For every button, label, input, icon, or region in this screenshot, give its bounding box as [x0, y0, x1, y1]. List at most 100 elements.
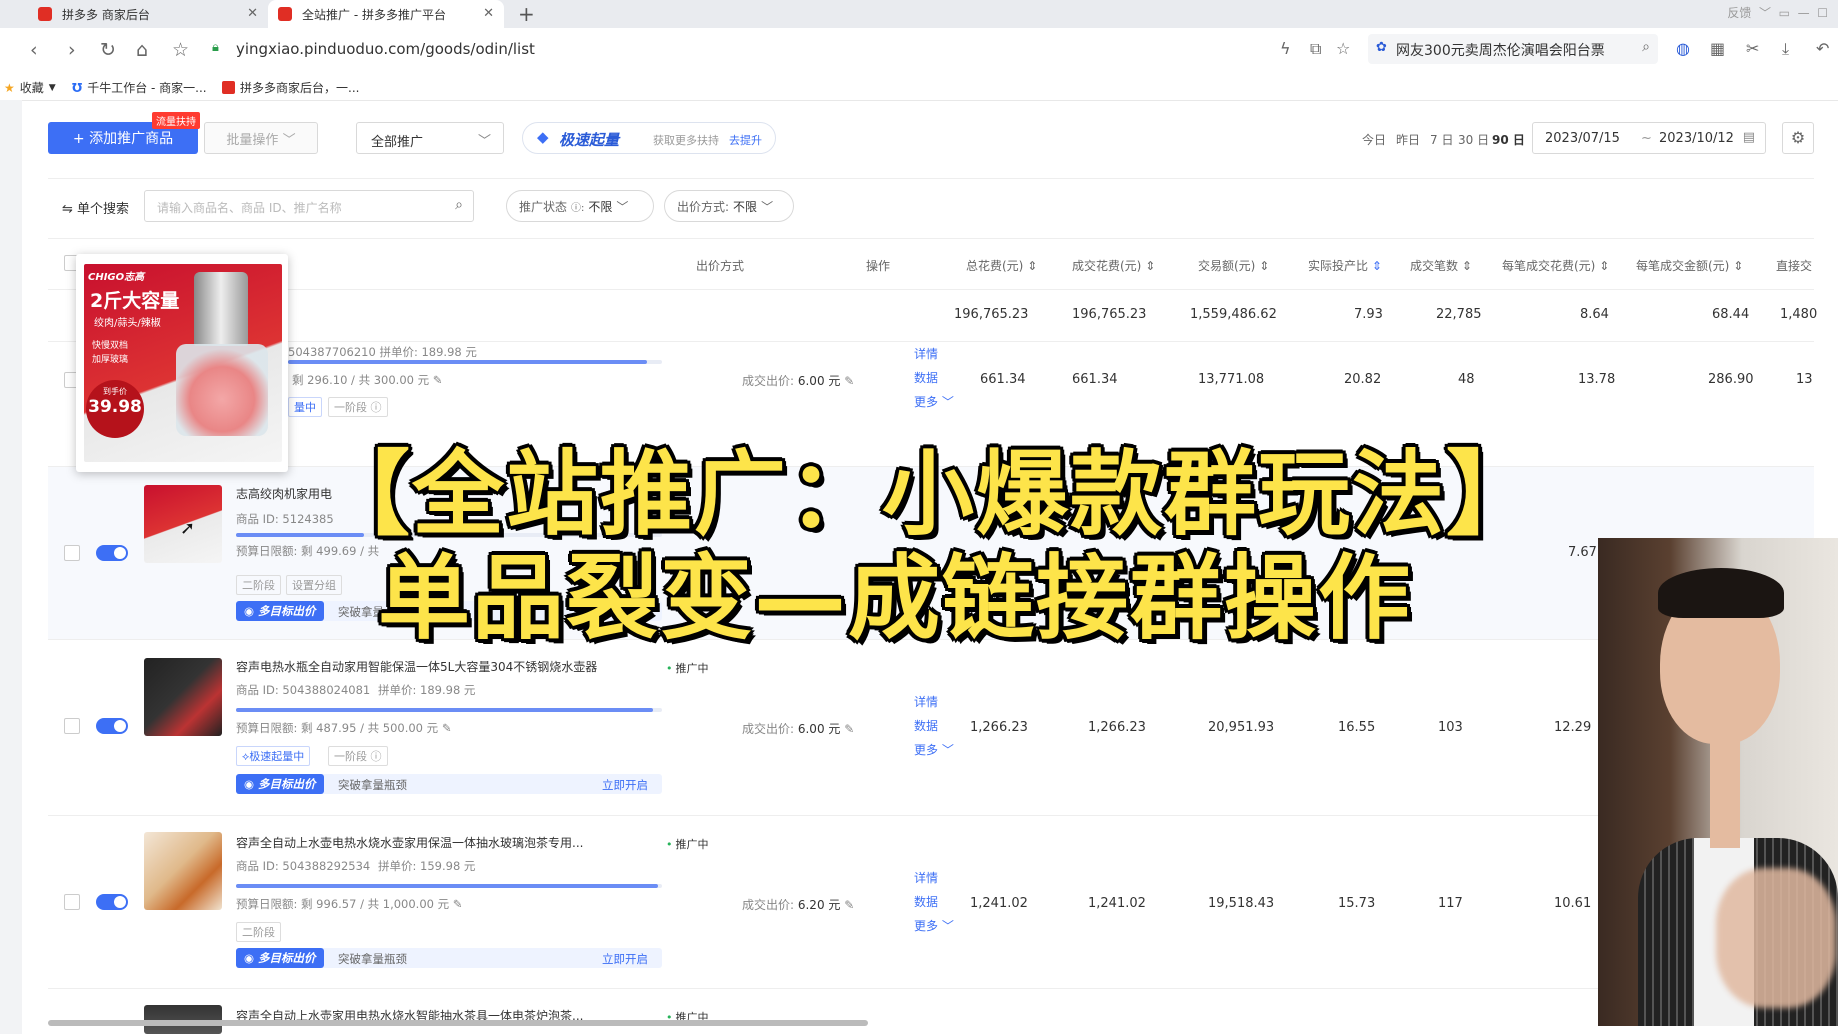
row-cost-per-order: 12.29 [1554, 720, 1592, 735]
search-icon[interactable]: ⌕ [1642, 39, 1650, 55]
new-tab-icon[interactable]: + [518, 2, 535, 26]
bookmark-label: 收藏 [19, 81, 44, 95]
bookmark-qianniu[interactable]: Ʊ 千牛工作台 - 商家一... [72, 79, 207, 96]
row-total-spend: 1,241.02 [970, 896, 1028, 911]
hot-search-text: 网友300元卖周杰伦演唱会阳台票 [1396, 43, 1605, 59]
promo-toggle[interactable] [96, 718, 128, 734]
screenshot-icon[interactable]: ⧉ [1310, 39, 1321, 59]
preview-feature: 加厚玻璃 [92, 355, 129, 365]
column-header-gmv[interactable]: 交易额(元) ⇕ [1198, 257, 1269, 274]
date-preset-today[interactable]: 今日 [1362, 131, 1386, 148]
data-link[interactable]: 数据 [914, 890, 954, 914]
totals-row: 196,765.23 196,765.23 1,559,486.62 7.93 … [48, 289, 1817, 342]
table-row: 容声电热水瓶全自动家用智能保温一体5L大容量304不锈钢烧水壶器 推广中 商品 … [48, 640, 1814, 816]
window-controls[interactable]: 反馈 ﹀ ▭ — ☐ [1727, 4, 1828, 21]
filter-value: 不限 [588, 199, 613, 214]
apps-grid-icon[interactable]: ▦ [1710, 39, 1725, 58]
fast-boost-link[interactable]: 去提升 [729, 132, 762, 148]
search-icon[interactable]: ⌕ [455, 197, 463, 213]
hot-search-box[interactable]: ✿ 网友300元卖周杰伦演唱会阳台票 ⌕ [1368, 34, 1658, 64]
column-header-orders[interactable]: 成交笔数 ⇕ [1410, 257, 1472, 274]
date-start: 2023/07/15 [1545, 131, 1620, 146]
column-header-amount-per-order[interactable]: 每笔成交金额(元) ⇕ [1636, 257, 1743, 274]
enable-now-link[interactable]: 立即开启 [602, 951, 648, 967]
chevron-down-icon: ﹀ [477, 134, 491, 149]
diamond-icon: ◆ [537, 128, 549, 146]
product-name[interactable]: 容声全自动上水壶电热水烧水壶家用保温一体抽水玻璃泡茶专用... [236, 834, 583, 851]
date-range-picker[interactable]: 2023/07/15 ~ 2023/10/12 ▤ [1532, 122, 1766, 154]
column-header-deal-spend[interactable]: 成交花费(元) ⇕ [1072, 257, 1155, 274]
bookmark-star-icon[interactable]: ☆ [1336, 39, 1350, 58]
chevron-down-icon: ﹀ [616, 199, 629, 214]
bookmark-favorites[interactable]: ★ 收藏 ▼ [4, 79, 56, 96]
promo-toggle[interactable] [96, 894, 128, 910]
paw-icon: ✿ [1376, 40, 1387, 55]
detail-link[interactable]: 详情 [914, 866, 954, 890]
product-thumbnail[interactable] [144, 832, 222, 910]
home-icon[interactable]: ⌂ [136, 39, 148, 61]
person-neck-icon [1710, 738, 1740, 848]
date-preset-7d[interactable]: 7 日 [1430, 131, 1453, 148]
url-field[interactable]: yingxiao.pinduoduo.com/goods/odin/list [236, 40, 535, 58]
column-header-cost-per-order[interactable]: 每笔成交花费(元) ⇕ [1502, 257, 1609, 274]
close-tab-icon[interactable]: ✕ [247, 6, 258, 21]
close-tab-icon[interactable]: ✕ [483, 6, 494, 21]
lightning-icon[interactable]: ϟ [1280, 39, 1291, 58]
undo-icon[interactable]: ↶ [1816, 39, 1829, 58]
row-gmv: 13,771.08 [1198, 372, 1265, 387]
feedback-link[interactable]: 反馈 [1727, 6, 1751, 20]
settings-gear-icon[interactable]: ⚙ [1782, 122, 1814, 154]
bookmarks-bar: ★ 收藏 ▼ Ʊ 千牛工作台 - 商家一... 拼多多商家后台，一... [0, 72, 1838, 101]
detail-link[interactable]: 详情 [914, 342, 954, 366]
row-checkbox[interactable] [64, 894, 80, 910]
back-icon[interactable]: ‹ [30, 39, 38, 61]
product-price: 拼单价: 189.98 元 [378, 683, 476, 697]
more-link[interactable]: 更多 ﹀ [914, 914, 954, 938]
budget-progress-bar [236, 708, 662, 712]
table-header: 出价方式 操作 总花费(元) ⇕ 成交花费(元) ⇕ 交易额(元) ⇕ 实际投产… [48, 238, 1814, 290]
row-orders: 103 [1438, 720, 1463, 735]
bookmark-pdd[interactable]: 拼多多商家后台，一... [222, 79, 359, 96]
scissors-icon[interactable]: ✂ [1746, 39, 1759, 58]
data-link[interactable]: 数据 [914, 366, 954, 390]
browser-tab-merchant[interactable]: 拼多多 商家后台 ✕ [28, 0, 268, 28]
promo-toggle[interactable] [96, 545, 128, 561]
batch-operation-button[interactable]: 批量操作 ﹀ [204, 122, 318, 154]
bookmark-label: 千牛工作台 - 商家一... [87, 81, 207, 95]
enable-now-link[interactable]: 立即开启 [602, 777, 648, 793]
product-thumbnail[interactable] [144, 658, 222, 736]
bid-text: 成交出价: 6.20 元 ✎ [742, 898, 855, 912]
promo-status-filter[interactable]: 推广状态 ⓘ: 不限 ﹀ [506, 190, 654, 222]
search-input[interactable]: 请输入商品名、商品 ID、推广名称 ⌕ [144, 190, 474, 222]
row-checkbox[interactable] [64, 718, 80, 734]
date-preset-yesterday[interactable]: 昨日 [1396, 131, 1420, 148]
row-checkbox[interactable] [64, 545, 80, 561]
group-tag[interactable]: 设置分组 [286, 575, 342, 595]
browser-tab-promo[interactable]: 全站推广 - 拼多多推广平台 ✕ [268, 0, 504, 28]
shield-icon[interactable]: ◍ [1676, 39, 1690, 58]
more-link[interactable]: 更多 ﹀ [914, 390, 954, 414]
detail-link[interactable]: 详情 [914, 690, 954, 714]
multi-target-tag: ◉ 多目标出价 [236, 601, 324, 621]
horizontal-scrollbar[interactable] [48, 1020, 868, 1026]
promotion-type-select[interactable]: 全部推广 ﹀ [356, 122, 504, 154]
column-header-total-spend[interactable]: 总花费(元) ⇕ [966, 257, 1037, 274]
column-header-roi[interactable]: 实际投产比 ⇕ [1308, 257, 1382, 274]
refresh-icon[interactable]: ↻ [100, 39, 116, 61]
search-mode-toggle[interactable]: ⇋ 单个搜索 [62, 198, 129, 217]
bid-method-filter[interactable]: 出价方式: 不限 ﹀ [664, 190, 794, 222]
forward-icon[interactable]: › [68, 39, 76, 61]
product-name[interactable]: 容声电热水瓶全自动家用智能保温一体5L大容量304不锈钢烧水壶器 [236, 658, 597, 675]
traffic-support-badge: 流量扶持 [152, 112, 200, 129]
more-link[interactable]: 更多 ﹀ [914, 738, 954, 762]
fast-boost-banner[interactable]: ◆ 极速起量 获取更多扶持 去提升 [522, 122, 776, 154]
favorite-star-icon[interactable]: ☆ [172, 39, 189, 61]
date-preset-30d[interactable]: 30 日 [1458, 131, 1489, 148]
bookmark-label: 拼多多商家后台，一... [240, 81, 360, 95]
help-icon: ⓘ: [571, 202, 585, 214]
fast-boost-tag: ⟡极速起量中 [236, 746, 311, 766]
data-link[interactable]: 数据 [914, 714, 954, 738]
download-icon[interactable]: ⤓ [1782, 39, 1789, 59]
date-preset-90d[interactable]: 90 日 [1492, 131, 1525, 148]
caret-down-icon: ▼ [48, 82, 56, 93]
